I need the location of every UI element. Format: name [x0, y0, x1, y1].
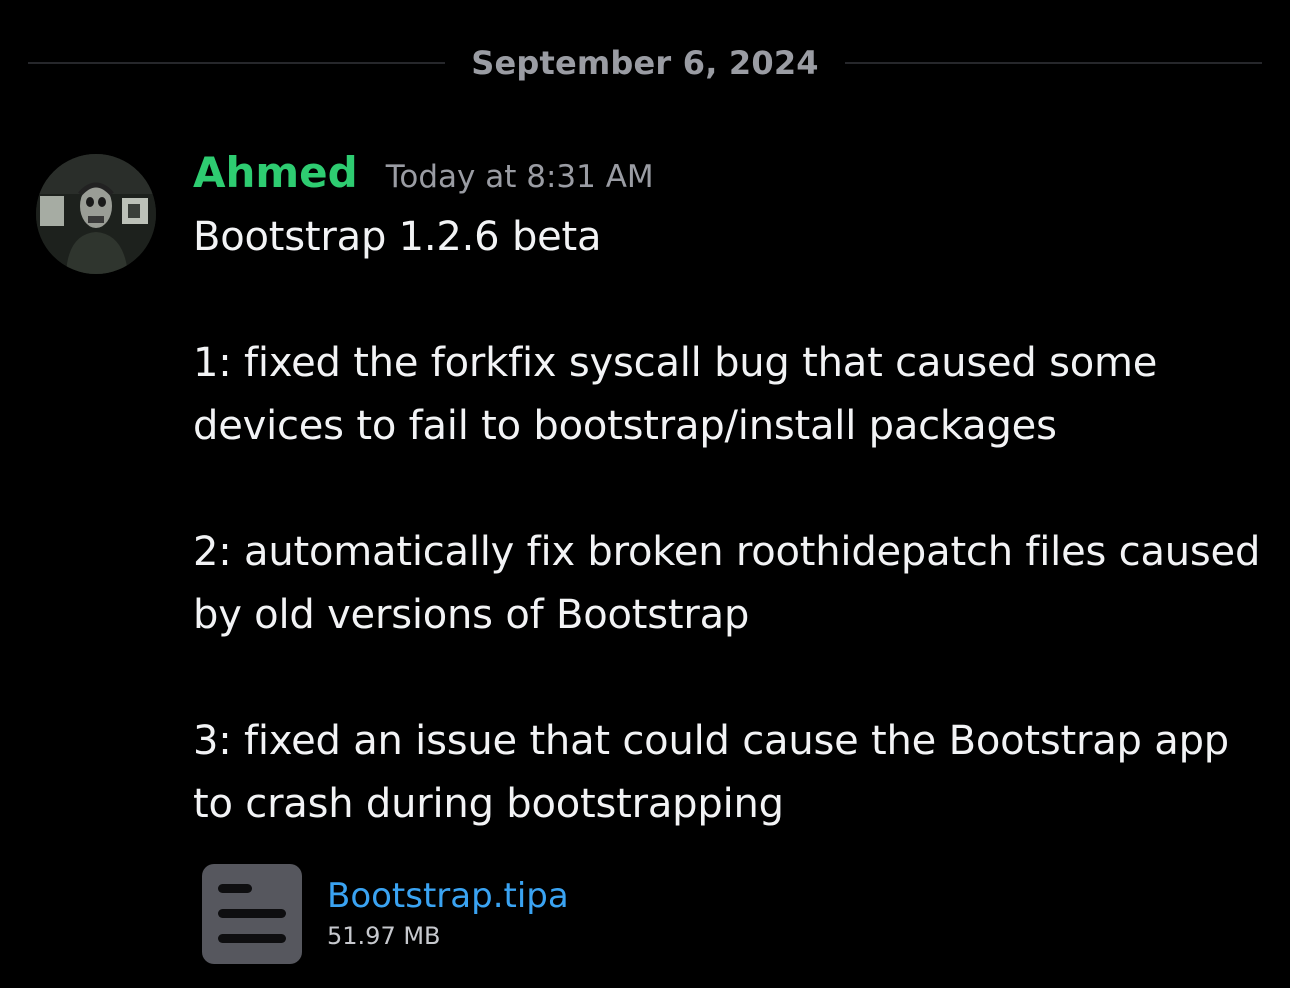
message-title: Bootstrap 1.2.6 beta	[193, 214, 602, 260]
avatar[interactable]	[36, 154, 156, 274]
file-size: 51.97 MB	[327, 922, 441, 950]
date-divider: September 6, 2024	[28, 40, 1262, 86]
file-icon[interactable]	[202, 864, 302, 964]
message-header: Ahmed Today at 8:31 AM	[193, 148, 1273, 204]
message-content: Ahmed Today at 8:31 AM Bootstrap 1.2.6 b…	[193, 148, 1273, 836]
author-name[interactable]: Ahmed	[193, 148, 358, 197]
message-item-2: 2: automatically fix broken roothidepatc…	[193, 529, 1261, 638]
message-item-1: 1: fixed the forkfix syscall bug that ca…	[193, 340, 1158, 449]
file-attachment[interactable]: Bootstrap.tipa 51.97 MB	[202, 864, 569, 964]
file-name-link[interactable]: Bootstrap.tipa	[327, 876, 569, 916]
divider-line-left	[28, 62, 446, 64]
divider-line-right	[844, 62, 1262, 64]
divider-date: September 6, 2024	[471, 44, 819, 82]
file-meta: Bootstrap.tipa 51.97 MB	[327, 876, 569, 950]
message-item-3: 3: fixed an issue that could cause the B…	[193, 718, 1229, 827]
message-body: Bootstrap 1.2.6 beta 1: fixed the forkfi…	[193, 206, 1273, 836]
message-timestamp: Today at 8:31 AM	[385, 159, 654, 195]
